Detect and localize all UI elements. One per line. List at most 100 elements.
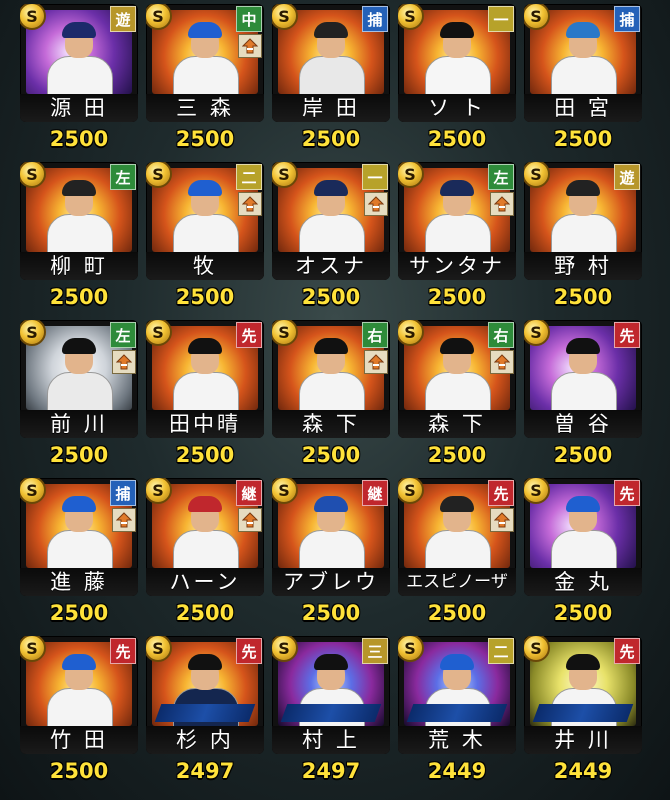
upgrade-arrow-icon — [364, 350, 388, 374]
position-badge: 捕 — [362, 6, 388, 32]
player-rating: 2497 — [301, 759, 361, 783]
player-card-cell[interactable]: S捕田 宮 2500 — [524, 4, 642, 151]
player-card-cell[interactable]: S捕進 藤 2500 — [20, 478, 138, 625]
player-card[interactable]: S先曽 谷 — [524, 320, 642, 438]
player-card-cell[interactable]: S 先田中晴 2500 — [146, 320, 264, 467]
player-card-cell[interactable]: S遊野 村 2500 — [524, 162, 642, 309]
player-card-cell[interactable]: S先曽 谷 2500 — [524, 320, 642, 467]
position-badge: 遊 — [110, 6, 136, 32]
player-name: 金 丸 — [524, 568, 642, 596]
player-card[interactable]: S 継アブレウ — [272, 478, 390, 596]
player-rating: 2500 — [49, 601, 109, 625]
position-badge: 先 — [614, 480, 640, 506]
player-name: アブレウ — [272, 568, 390, 596]
player-name: 三 森 — [146, 94, 264, 122]
player-card[interactable]: S右森 下 — [398, 320, 516, 438]
position-badge: 先 — [614, 322, 640, 348]
player-card-cell[interactable]: S先金 丸 2500 — [524, 478, 642, 625]
player-figure — [295, 18, 367, 94]
player-rating: 2500 — [301, 601, 361, 625]
player-card-cell[interactable]: S左柳 町 2500 — [20, 162, 138, 309]
player-rating: 2500 — [49, 285, 109, 309]
position-badge: 先 — [488, 480, 514, 506]
player-card-cell[interactable]: S右森 下 2500 — [398, 320, 516, 467]
position-badge: 先 — [236, 638, 262, 664]
player-card[interactable]: S先井 川 — [524, 636, 642, 754]
position-badge: 左 — [110, 164, 136, 190]
player-figure — [43, 176, 115, 252]
player-card-cell[interactable]: S右森 下 2500 — [272, 320, 390, 467]
player-card[interactable]: S先杉 内 — [146, 636, 264, 754]
player-card[interactable]: S 先エスピノーザ — [398, 478, 516, 596]
player-rating: 2500 — [427, 443, 487, 467]
position-badge: 継 — [362, 480, 388, 506]
player-name: オスナ — [272, 252, 390, 280]
player-name: ソ ト — [398, 94, 516, 122]
player-figure — [421, 492, 493, 568]
player-rating: 2500 — [175, 443, 235, 467]
player-rating: 2500 — [427, 127, 487, 151]
upgrade-arrow-icon — [238, 34, 262, 58]
player-card[interactable]: S二荒 木 — [398, 636, 516, 754]
player-card-cell[interactable]: S遊源 田 2500 — [20, 4, 138, 151]
player-card[interactable]: S三村 上 — [272, 636, 390, 754]
player-card[interactable]: S捕岸 田 — [272, 4, 390, 122]
player-rating: 2500 — [49, 443, 109, 467]
player-card-cell[interactable]: S捕岸 田 2500 — [272, 4, 390, 151]
upgrade-arrow-icon — [490, 508, 514, 532]
player-figure — [295, 492, 367, 568]
player-card[interactable]: S捕田 宮 — [524, 4, 642, 122]
player-card-cell[interactable]: S三村 上 2497 — [272, 636, 390, 783]
player-card-cell[interactable]: S 継ハーン 2500 — [146, 478, 264, 625]
card-decor-band — [532, 704, 634, 722]
player-card-cell[interactable]: S 二牧 2500 — [146, 162, 264, 309]
player-card-cell[interactable]: S二荒 木 2449 — [398, 636, 516, 783]
player-card[interactable]: S二牧 — [146, 162, 264, 280]
player-card[interactable]: S捕進 藤 — [20, 478, 138, 596]
player-card[interactable]: S遊源 田 — [20, 4, 138, 122]
position-badge: 一 — [488, 6, 514, 32]
position-badge: 一 — [362, 164, 388, 190]
player-card-cell[interactable]: S左前 川 2500 — [20, 320, 138, 467]
player-figure — [421, 334, 493, 410]
player-name: 竹 田 — [20, 726, 138, 754]
player-rating: 2500 — [175, 285, 235, 309]
player-card[interactable]: S遊野 村 — [524, 162, 642, 280]
player-name: 井 川 — [524, 726, 642, 754]
player-card-cell[interactable]: S 左サンタナ 2500 — [398, 162, 516, 309]
player-card[interactable]: S右森 下 — [272, 320, 390, 438]
player-card[interactable]: S 継ハーン — [146, 478, 264, 596]
upgrade-arrow-icon — [112, 350, 136, 374]
player-card-cell[interactable]: S一ソ ト 2500 — [398, 4, 516, 151]
player-card[interactable]: S先金 丸 — [524, 478, 642, 596]
player-card[interactable]: S左柳 町 — [20, 162, 138, 280]
player-rating: 2500 — [301, 443, 361, 467]
player-rating: 2500 — [49, 127, 109, 151]
player-card[interactable]: S 左サンタナ — [398, 162, 516, 280]
player-figure — [295, 176, 367, 252]
player-card[interactable]: S一ソ ト — [398, 4, 516, 122]
player-card[interactable]: S左前 川 — [20, 320, 138, 438]
player-card-cell[interactable]: S先竹 田 2500 — [20, 636, 138, 783]
player-name: 曽 谷 — [524, 410, 642, 438]
player-card-cell[interactable]: S 一オスナ 2500 — [272, 162, 390, 309]
player-card[interactable]: S中三 森 — [146, 4, 264, 122]
position-badge: 左 — [110, 322, 136, 348]
player-name: 村 上 — [272, 726, 390, 754]
player-figure — [43, 650, 115, 726]
player-name: エスピノーザ — [398, 568, 516, 596]
player-card-cell[interactable]: S 先エスピノーザ 2500 — [398, 478, 516, 625]
player-name: ハーン — [146, 568, 264, 596]
player-card[interactable]: S 先田中晴 — [146, 320, 264, 438]
player-card-cell[interactable]: S先杉 内 2497 — [146, 636, 264, 783]
upgrade-arrow-icon — [490, 350, 514, 374]
player-card[interactable]: S先竹 田 — [20, 636, 138, 754]
player-name: 荒 木 — [398, 726, 516, 754]
player-card-cell[interactable]: S先井 川 2449 — [524, 636, 642, 783]
player-rating: 2500 — [301, 127, 361, 151]
player-card-cell[interactable]: S 継アブレウ 2500 — [272, 478, 390, 625]
player-name: 野 村 — [524, 252, 642, 280]
position-badge: 右 — [488, 322, 514, 348]
player-card-cell[interactable]: S中三 森 2500 — [146, 4, 264, 151]
player-card[interactable]: S 一オスナ — [272, 162, 390, 280]
